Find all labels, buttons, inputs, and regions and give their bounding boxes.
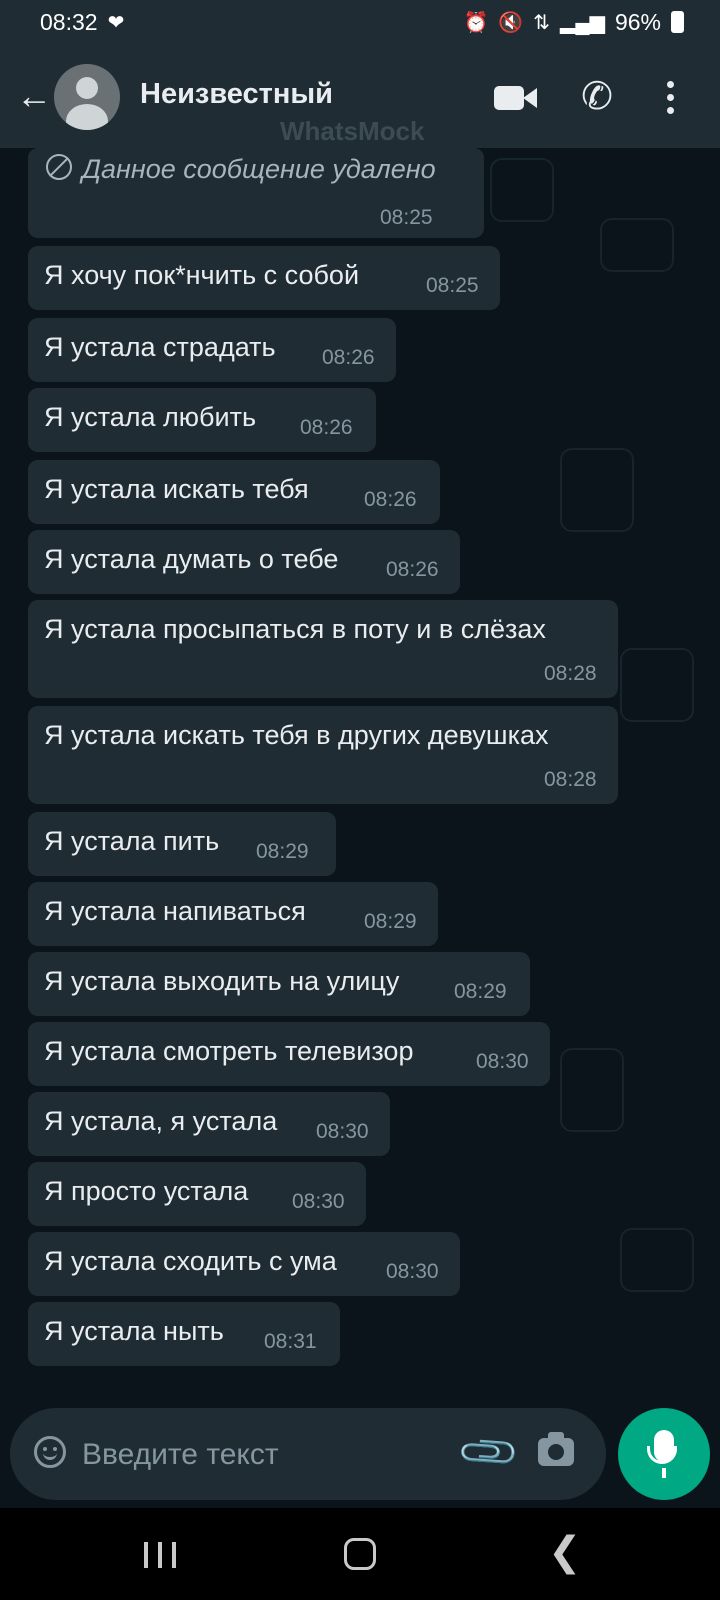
microphone-icon bbox=[647, 1430, 677, 1464]
message-text: Я устала думать о тебе bbox=[44, 544, 339, 574]
wallpaper-doodle bbox=[490, 158, 554, 222]
message-text: Я устала просыпаться в поту и в слёзах bbox=[44, 614, 546, 644]
chat-header: ← Неизвестный WhatsMock ✆ bbox=[0, 44, 720, 148]
wallpaper-doodle bbox=[560, 1048, 624, 1132]
message-time: 08:29 bbox=[256, 840, 309, 863]
message-time: 08:30 bbox=[316, 1120, 369, 1143]
message-time: 08:25 bbox=[380, 206, 433, 229]
message-time: 08:29 bbox=[364, 910, 417, 933]
message-bubble[interactable]: Я устала выходить на улицу 08:29 bbox=[28, 952, 530, 1016]
system-nav-bar: ❮ bbox=[0, 1508, 720, 1600]
heart-icon: ❤ bbox=[107, 11, 125, 34]
contact-name[interactable]: Неизвестный bbox=[140, 78, 333, 111]
message-bubble[interactable]: Я устала любить 08:26 bbox=[28, 388, 376, 452]
message-bubble[interactable]: Я устала, я устала 08:30 bbox=[28, 1092, 390, 1156]
alarm-icon: ⏰ bbox=[463, 11, 489, 34]
wallpaper-doodle bbox=[620, 648, 694, 722]
message-time: 08:30 bbox=[386, 1260, 439, 1283]
message-time: 08:26 bbox=[386, 558, 439, 581]
attach-icon[interactable]: 📎 bbox=[454, 1418, 525, 1489]
home-icon[interactable] bbox=[344, 1538, 376, 1570]
message-bubble[interactable]: Я хочу пок*нчить с собой 08:25 bbox=[28, 246, 500, 310]
deleted-icon bbox=[46, 154, 72, 180]
message-time: 08:28 bbox=[544, 662, 597, 685]
message-bubble[interactable]: Я устала думать о тебе 08:26 bbox=[28, 530, 460, 594]
message-text: Я устала сходить с ума bbox=[44, 1246, 337, 1276]
message-list[interactable]: Данное сообщение удалено 08:25 Я хочу по… bbox=[0, 148, 720, 1408]
message-bubble[interactable]: Я устала напиваться 08:29 bbox=[28, 882, 438, 946]
data-icon: ⇅ bbox=[533, 11, 551, 34]
message-time: 08:31 bbox=[264, 1330, 317, 1353]
message-bubble-deleted[interactable]: Данное сообщение удалено 08:25 bbox=[28, 148, 484, 238]
back-arrow-icon[interactable]: ← bbox=[14, 76, 54, 116]
battery-level: 96% bbox=[614, 8, 661, 35]
message-time: 08:26 bbox=[322, 346, 375, 369]
more-menu-icon[interactable] bbox=[655, 72, 685, 122]
message-input[interactable] bbox=[80, 1428, 444, 1482]
message-time: 08:29 bbox=[454, 980, 507, 1003]
recents-icon[interactable] bbox=[144, 1542, 176, 1568]
avatar[interactable] bbox=[54, 64, 120, 130]
message-bubble[interactable]: Я устала ныть 08:31 bbox=[28, 1302, 340, 1366]
watermark: WhatsMock bbox=[280, 116, 425, 146]
message-bubble[interactable]: Я устала просыпаться в поту и в слёзах 0… bbox=[28, 600, 618, 698]
message-text: Я устала пить bbox=[44, 826, 220, 856]
camera-icon[interactable] bbox=[538, 1432, 574, 1466]
emoji-icon[interactable] bbox=[34, 1436, 66, 1468]
mute-icon: 🔇 bbox=[498, 11, 524, 34]
message-text: Я устала напиваться bbox=[44, 896, 306, 926]
nav-back-icon[interactable]: ❮ bbox=[548, 1530, 582, 1574]
video-call-icon[interactable] bbox=[490, 72, 540, 122]
message-text: Я устала любить bbox=[44, 402, 257, 432]
message-text: Я устала страдать bbox=[44, 332, 276, 362]
message-text: Я просто устала bbox=[44, 1176, 249, 1206]
message-time: 08:25 bbox=[426, 274, 479, 297]
message-time: 08:30 bbox=[476, 1050, 529, 1073]
message-text: Данное сообщение удалено bbox=[82, 154, 436, 184]
message-bubble[interactable]: Я устала пить 08:29 bbox=[28, 812, 336, 876]
message-composer: 📎 bbox=[10, 1408, 606, 1500]
phone-icon[interactable]: ✆ bbox=[572, 72, 622, 122]
wallpaper-doodle bbox=[560, 448, 634, 532]
signal-icon: ▂▄▆ bbox=[560, 11, 605, 34]
status-bar: 08:32 ❤ ⏰ 🔇 ⇅ ▂▄▆ 96% bbox=[0, 0, 720, 44]
message-text: Я устала искать тебя в других девушках bbox=[44, 720, 549, 750]
message-text: Я устала искать тебя bbox=[44, 474, 309, 504]
status-time: 08:32 bbox=[40, 8, 98, 35]
message-text: Я устала смотреть телевизор bbox=[44, 1036, 414, 1066]
message-time: 08:26 bbox=[300, 416, 353, 439]
message-bubble[interactable]: Я устала смотреть телевизор 08:30 bbox=[28, 1022, 550, 1086]
message-bubble[interactable]: Я устала искать тебя 08:26 bbox=[28, 460, 440, 524]
wallpaper-doodle bbox=[600, 218, 674, 272]
status-right: ⏰ 🔇 ⇅ ▂▄▆ 96% bbox=[463, 9, 684, 36]
message-bubble[interactable]: Я просто устала 08:30 bbox=[28, 1162, 366, 1226]
voice-record-button[interactable] bbox=[618, 1408, 710, 1500]
wallpaper-doodle bbox=[620, 1228, 694, 1292]
message-time: 08:26 bbox=[364, 488, 417, 511]
status-left: 08:32 ❤ bbox=[40, 9, 124, 36]
message-text: Я устала ныть bbox=[44, 1316, 224, 1346]
message-bubble[interactable]: Я устала страдать 08:26 bbox=[28, 318, 396, 382]
message-bubble[interactable]: Я устала искать тебя в других девушках 0… bbox=[28, 706, 618, 804]
message-text: Я устала, я устала bbox=[44, 1106, 278, 1136]
message-time: 08:30 bbox=[292, 1190, 345, 1213]
message-bubble[interactable]: Я устала сходить с ума 08:30 bbox=[28, 1232, 460, 1296]
message-text: Я устала выходить на улицу bbox=[44, 966, 400, 996]
battery-icon bbox=[671, 11, 684, 33]
message-time: 08:28 bbox=[544, 768, 597, 791]
message-text: Я хочу пок*нчить с собой bbox=[44, 260, 360, 290]
